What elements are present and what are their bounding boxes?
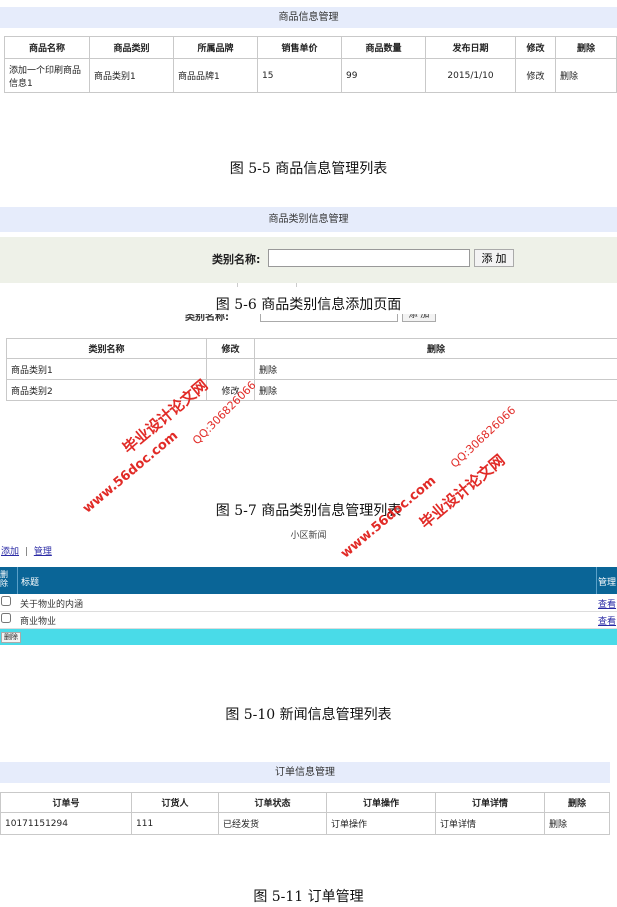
col-header: 删除 (254, 338, 617, 359)
news-header-bar: 删除 标题 管理 (0, 567, 617, 594)
col-header: 订单号 (0, 792, 132, 813)
col-divider (17, 567, 18, 594)
product-title-bar: 商品信息管理 (0, 7, 617, 28)
col-header: 发布日期 (425, 36, 516, 59)
news-title-cell: 关于物业的内涵 (20, 600, 84, 610)
cell-status: 已经发货 (218, 812, 327, 835)
col-header-delete: 删除 (0, 570, 8, 588)
orders-table: 订单号 订货人 订单状态 订单操作 订单详情 删除 10171151294 11… (0, 792, 610, 835)
news-links: 添加 | 管理 (1, 544, 52, 557)
edit-link[interactable]: 修改 (206, 358, 255, 380)
divider (237, 283, 297, 287)
cell-product-name: 添加一个印刷商品信息1 (4, 58, 90, 93)
table-header-row: 订单号 订货人 订单状态 订单操作 订单详情 删除 (0, 792, 610, 813)
order-action-link[interactable]: 订单操作 (326, 812, 436, 835)
category-name-input[interactable] (268, 249, 470, 267)
add-button[interactable]: 添 加 (474, 249, 514, 267)
figure-caption: 图 5-5 商品信息管理列表 (229, 161, 388, 177)
col-header: 类别名称 (6, 338, 207, 359)
product-table: 商品名称 商品类别 所属品牌 销售单价 商品数量 发布日期 修改 删除 添加一个… (4, 36, 617, 93)
col-header-manage: 管理 (598, 578, 617, 588)
cell-quantity: 99 (341, 58, 426, 93)
cell-customer: 111 (131, 812, 219, 835)
news-title-cell: 商业物业 (20, 617, 57, 627)
col-header: 商品名称 (4, 36, 90, 59)
figure-caption: 图 5-6 商品类别信息添加页面 (215, 297, 402, 313)
col-header: 商品数量 (341, 36, 426, 59)
news-footer-bar: 删除 (0, 629, 617, 645)
row-checkbox[interactable] (1, 613, 11, 623)
category-list-label: 类别名称: (185, 314, 229, 323)
table-row: 商品类别1 修改 删除 (6, 358, 617, 380)
order-detail-link[interactable]: 订单详情 (435, 812, 545, 835)
category-add-title: 商品类别信息管理 (268, 214, 349, 225)
link-separator: | (24, 547, 28, 557)
delete-link[interactable]: 删除 (254, 358, 617, 380)
cell-brand: 商品品牌1 (173, 58, 258, 93)
delete-link[interactable]: 删除 (254, 379, 617, 401)
category-list-search-strip: 类别名称: 添 加 (0, 314, 617, 326)
cell-category-name: 商品类别1 (6, 358, 207, 380)
col-header: 订单详情 (435, 792, 545, 813)
manage-link[interactable]: 管理 (34, 547, 52, 557)
col-header: 修改 (206, 338, 255, 359)
table-row: 商业物业 查看 (0, 612, 617, 629)
orders-title: 订单信息管理 (275, 767, 335, 778)
category-add-title-bar: 商品类别信息管理 (0, 207, 617, 232)
view-link[interactable]: 查看 (598, 614, 616, 627)
table-row: 10171151294 111 已经发货 订单操作 订单详情 删除 (0, 812, 610, 835)
edit-link[interactable]: 修改 (515, 58, 556, 93)
category-name-label: 类别名称: (212, 253, 261, 266)
col-header: 订单操作 (326, 792, 436, 813)
category-table: 类别名称 修改 删除 商品类别1 修改 删除 商品类别2 修改 删除 (6, 338, 617, 401)
col-header: 修改 (515, 36, 556, 59)
col-header: 所属品牌 (173, 36, 258, 59)
col-header: 商品类别 (89, 36, 174, 59)
view-link[interactable]: 查看 (598, 597, 616, 610)
col-header: 删除 (555, 36, 617, 59)
orders-title-bar: 订单信息管理 (0, 762, 610, 783)
col-header-title: 标题 (21, 578, 40, 588)
table-header-row: 商品名称 商品类别 所属品牌 销售单价 商品数量 发布日期 修改 删除 (4, 36, 617, 59)
col-divider (596, 567, 597, 594)
cell-price: 15 (257, 58, 342, 93)
table-row: 商品类别2 修改 删除 (6, 379, 617, 401)
table-header-row: 类别名称 修改 删除 (6, 338, 617, 359)
product-title: 商品信息管理 (278, 12, 339, 23)
category-add-form: 类别名称: 添 加 (0, 237, 617, 283)
cell-order-no: 10171151294 (0, 812, 132, 835)
figure-caption: 图 5-11 订单管理 (253, 889, 364, 905)
delete-link[interactable]: 删除 (555, 58, 617, 93)
table-row: 添加一个印刷商品信息1 商品类别1 商品品牌1 15 99 2015/1/10 … (4, 58, 617, 93)
delete-link[interactable]: 删除 (544, 812, 610, 835)
table-row: 关于物业的内涵 查看 (0, 595, 617, 612)
category-list-input[interactable] (260, 314, 398, 322)
figure-caption: 图 5-10 新闻信息管理列表 (225, 707, 392, 723)
cell-category: 商品类别1 (89, 58, 174, 93)
row-checkbox[interactable] (1, 596, 11, 606)
category-list-add-button[interactable]: 添 加 (402, 314, 436, 322)
col-header: 订单状态 (218, 792, 327, 813)
cell-date: 2015/1/10 (425, 58, 516, 93)
add-link[interactable]: 添加 (1, 547, 19, 557)
col-header: 订货人 (131, 792, 219, 813)
news-title: 小区新闻 (290, 531, 327, 541)
col-header: 销售单价 (257, 36, 342, 59)
col-header: 删除 (544, 792, 610, 813)
batch-delete-button[interactable]: 删除 (1, 632, 21, 643)
